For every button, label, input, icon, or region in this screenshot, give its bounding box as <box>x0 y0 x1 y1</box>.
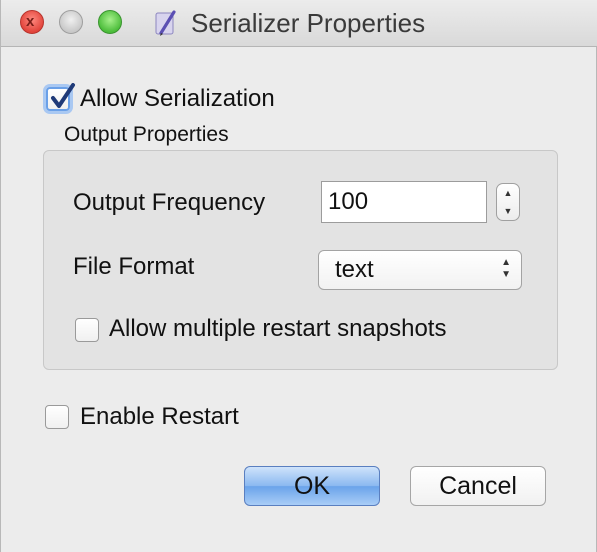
ok-button[interactable]: OK <box>244 466 380 506</box>
checkmark-icon <box>51 83 75 108</box>
allow-serialization-label[interactable]: Allow Serialization <box>80 85 275 113</box>
stepper-down-icon[interactable]: ▼ <box>497 202 519 220</box>
cancel-button[interactable]: Cancel <box>410 466 546 506</box>
enable-restart-label[interactable]: Enable Restart <box>80 403 239 431</box>
enable-restart-checkbox[interactable] <box>45 405 69 429</box>
file-format-label: File Format <box>73 253 195 280</box>
close-window-button[interactable]: x <box>20 10 44 34</box>
select-down-icon: ▼ <box>501 269 511 280</box>
file-format-value: text <box>335 256 374 283</box>
title-bar[interactable]: x Serializer Properties <box>1 0 597 47</box>
serializer-properties-dialog: x Serializer Properties Allow Serializat… <box>0 0 597 552</box>
allow-multiple-snapshots-label[interactable]: Allow multiple restart snapshots <box>109 315 446 343</box>
allow-serialization-checkbox[interactable] <box>46 83 75 111</box>
close-icon: x <box>26 13 35 30</box>
minimize-window-button <box>59 10 83 34</box>
file-format-select[interactable]: text ▲ ▼ <box>318 250 522 290</box>
select-up-icon: ▲ <box>501 257 511 268</box>
zoom-window-button[interactable] <box>98 10 122 34</box>
app-icon <box>155 10 176 36</box>
stepper-up-icon[interactable]: ▲ <box>497 184 519 202</box>
output-properties-heading: Output Properties <box>64 123 229 146</box>
window-title: Serializer Properties <box>191 8 426 38</box>
select-arrows-icon: ▲ ▼ <box>501 257 511 281</box>
output-frequency-stepper[interactable]: ▲ ▼ <box>496 183 520 221</box>
allow-multiple-snapshots-checkbox[interactable] <box>75 318 99 342</box>
output-frequency-input[interactable] <box>321 181 487 223</box>
output-frequency-label: Output Frequency <box>73 189 266 216</box>
